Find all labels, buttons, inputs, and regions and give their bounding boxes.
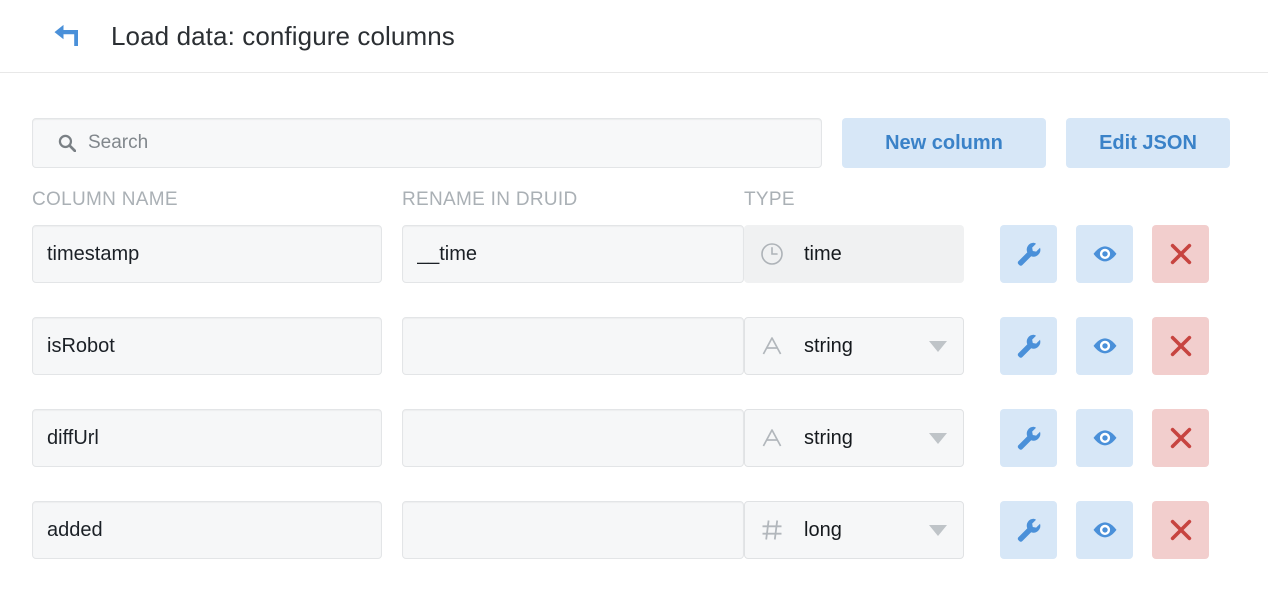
- chevron-down-icon: [929, 432, 947, 444]
- wrench-action-button[interactable]: [1000, 409, 1057, 467]
- header-type: TYPE: [744, 189, 795, 210]
- close-icon: [1170, 243, 1191, 265]
- new-column-button[interactable]: New column: [842, 118, 1046, 168]
- column-name-input[interactable]: [32, 409, 382, 467]
- type-label: string: [804, 426, 853, 449]
- eye-action-button[interactable]: [1076, 501, 1133, 559]
- row-actions: [964, 225, 1250, 283]
- type-label: string: [804, 334, 853, 357]
- type-icon-wrap: [759, 426, 785, 450]
- close-icon: [1170, 519, 1191, 541]
- close-action-button[interactable]: [1152, 317, 1209, 375]
- eye-action-button[interactable]: [1076, 409, 1133, 467]
- column-name-input[interactable]: [32, 501, 382, 559]
- eye-icon: [1093, 246, 1116, 262]
- type-select[interactable]: string: [744, 409, 964, 467]
- wrench-icon: [1017, 518, 1040, 542]
- table-row: string: [32, 317, 1250, 375]
- letter-a-icon: [762, 429, 782, 447]
- row-actions: [964, 409, 1250, 467]
- table-header-row: COLUMN NAME RENAME IN DRUID TYPE: [32, 187, 1250, 213]
- rename-in-druid-input[interactable]: [402, 409, 744, 467]
- type-icon-wrap: [759, 518, 785, 542]
- columns-table: COLUMN NAME RENAME IN DRUID TYPE time str…: [0, 187, 1268, 559]
- eye-icon: [1093, 522, 1116, 538]
- table-body: time string string long: [32, 225, 1250, 559]
- rename-in-druid-input[interactable]: [402, 317, 744, 375]
- hash-icon: [762, 520, 782, 540]
- wrench-action-button[interactable]: [1000, 501, 1057, 559]
- chevron-down-icon: [929, 340, 947, 352]
- close-action-button[interactable]: [1152, 225, 1209, 283]
- type-label: time: [804, 242, 842, 265]
- wrench-icon: [1017, 426, 1040, 450]
- toolbar: New column Edit JSON: [0, 118, 1268, 168]
- rename-in-druid-input[interactable]: [402, 225, 744, 283]
- wrench-action-button[interactable]: [1000, 225, 1057, 283]
- chevron-down-icon: [929, 524, 947, 536]
- column-name-input[interactable]: [32, 317, 382, 375]
- page-header: Load data: configure columns: [0, 0, 1268, 73]
- close-action-button[interactable]: [1152, 501, 1209, 559]
- header-rename-in-druid: RENAME IN DRUID: [402, 189, 578, 210]
- clock-icon: [761, 243, 783, 265]
- back-button[interactable]: [48, 18, 84, 54]
- table-row: long: [32, 501, 1250, 559]
- table-row: string: [32, 409, 1250, 467]
- close-action-button[interactable]: [1152, 409, 1209, 467]
- letter-a-icon: [762, 337, 782, 355]
- eye-action-button[interactable]: [1076, 317, 1133, 375]
- column-name-input[interactable]: [32, 225, 382, 283]
- type-select[interactable]: long: [744, 501, 964, 559]
- type-icon-wrap: [759, 242, 785, 266]
- edit-json-button[interactable]: Edit JSON: [1066, 118, 1230, 168]
- close-icon: [1170, 335, 1191, 357]
- row-actions: [964, 501, 1250, 559]
- eye-icon: [1093, 338, 1116, 354]
- table-row: time: [32, 225, 1250, 283]
- eye-icon: [1093, 430, 1116, 446]
- type-select[interactable]: string: [744, 317, 964, 375]
- type-label: long: [804, 518, 842, 541]
- page-title: Load data: configure columns: [111, 20, 455, 51]
- type-icon-wrap: [759, 334, 785, 358]
- back-arrow-icon: [54, 24, 78, 46]
- search-field-wrapper: [32, 118, 822, 168]
- header-column-name: COLUMN NAME: [32, 189, 178, 210]
- close-icon: [1170, 427, 1191, 449]
- wrench-action-button[interactable]: [1000, 317, 1057, 375]
- type-select: time: [744, 225, 964, 283]
- search-input[interactable]: [32, 118, 822, 168]
- rename-in-druid-input[interactable]: [402, 501, 744, 559]
- eye-action-button[interactable]: [1076, 225, 1133, 283]
- wrench-icon: [1017, 334, 1040, 358]
- wrench-icon: [1017, 242, 1040, 266]
- row-actions: [964, 317, 1250, 375]
